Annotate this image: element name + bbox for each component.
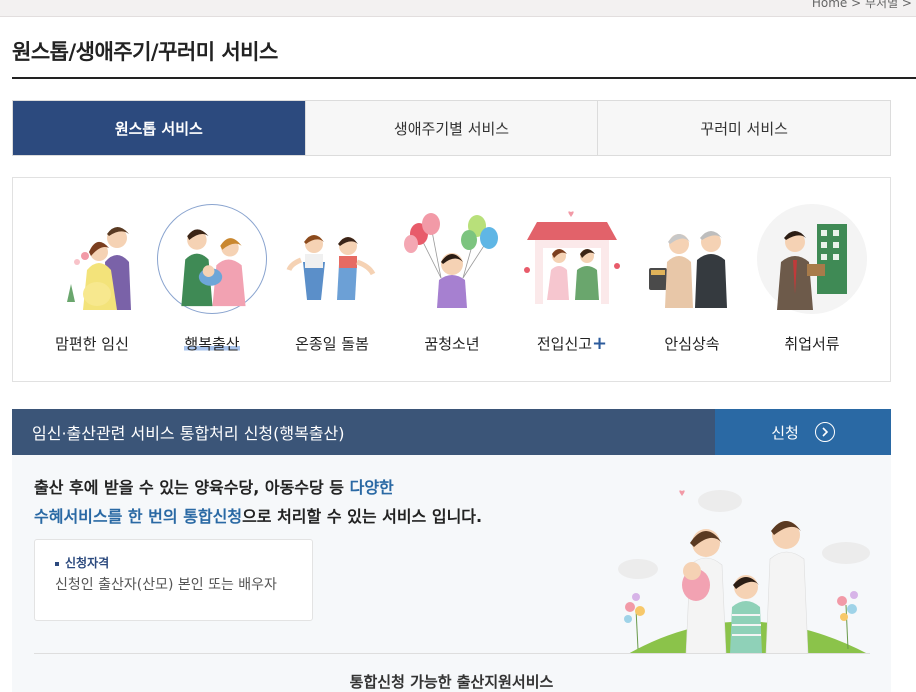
service-tabs: 원스톱 서비스 생애주기별 서비스 꾸러미 서비스 [12, 100, 891, 156]
service-label: 꿈청소년 [424, 335, 480, 353]
service-item-daycare[interactable]: 온종일 돌봄 [272, 178, 392, 383]
service-label: 취업서류 [784, 335, 840, 353]
service-item-inheritance[interactable]: 안심상속 [632, 178, 752, 383]
tab-onestop[interactable]: 원스톱 서비스 [13, 101, 305, 155]
service-label: 맘편한 임신 [55, 335, 129, 353]
service-item-job-docs[interactable]: 취업서류 [752, 178, 872, 383]
service-label: 행복출산 [184, 335, 240, 353]
service-item-childbirth[interactable]: 행복출산 [152, 178, 272, 383]
chevron-right-icon [814, 422, 835, 442]
page-title: 원스톱/생애주기/꾸러미 서비스 [12, 40, 278, 64]
children-care-icon [277, 204, 387, 314]
service-label: 전입신고+ [536, 333, 608, 354]
service-label: 안심상속 [664, 335, 720, 353]
service-icon-list: 맘편한 임신 행복출산 온종일 돌봄 꿈청소년 전입신고+ 안심상속 취업서류 [12, 177, 891, 382]
service-title: 임신·출산관련 서비스 통합처리 신청(행복출산) [12, 409, 715, 455]
service-item-pregnancy[interactable]: 맘편한 임신 [32, 178, 152, 383]
service-item-move-in[interactable]: 전입신고+ [512, 178, 632, 383]
service-apply-bar: 임신·출산관련 서비스 통합처리 신청(행복출산) 신청 [12, 409, 891, 455]
plus-icon: + [592, 333, 608, 354]
family-illustration [608, 489, 878, 655]
service-description: 출산 후에 받을 수 있는 양육수당, 아동수당 등 다양한 수혜서비스를 한 번… [34, 478, 483, 526]
service-item-youth[interactable]: 꿈청소년 [392, 178, 512, 383]
qualification-box: 신청자격 신청인 출산자(산모) 본인 또는 배우자 [34, 539, 313, 621]
qualification-text: 신청인 출산자(산모) 본인 또는 배우자 [55, 577, 277, 593]
tab-package[interactable]: 꾸러미 서비스 [597, 101, 890, 155]
house-move-icon [517, 204, 627, 314]
service-detail-panel: 출산 후에 받을 수 있는 양육수당, 아동수당 등 다양한 수혜서비스를 한 번… [12, 455, 891, 692]
family-baby-icon [157, 204, 267, 314]
apply-label: 신청 [771, 423, 799, 442]
section-divider [34, 653, 870, 654]
apply-button[interactable]: 신청 [715, 409, 891, 455]
tab-lifecycle[interactable]: 생애주기별 서비스 [304, 101, 598, 155]
job-documents-icon [757, 204, 867, 314]
available-services-title: 통합신청 가능한 출산지원서비스 [349, 673, 554, 691]
pregnancy-couple-icon [37, 204, 147, 314]
service-label: 온종일 돌봄 [295, 335, 369, 353]
youth-balloons-icon [397, 204, 507, 314]
qualification-heading: 신청자격 [55, 554, 109, 571]
elderly-couple-icon [637, 204, 747, 314]
breadcrumb[interactable]: Home > 부처별 > [812, 0, 912, 11]
top-utility-bar: Home > 부처별 > [0, 0, 916, 17]
title-divider [12, 77, 916, 79]
